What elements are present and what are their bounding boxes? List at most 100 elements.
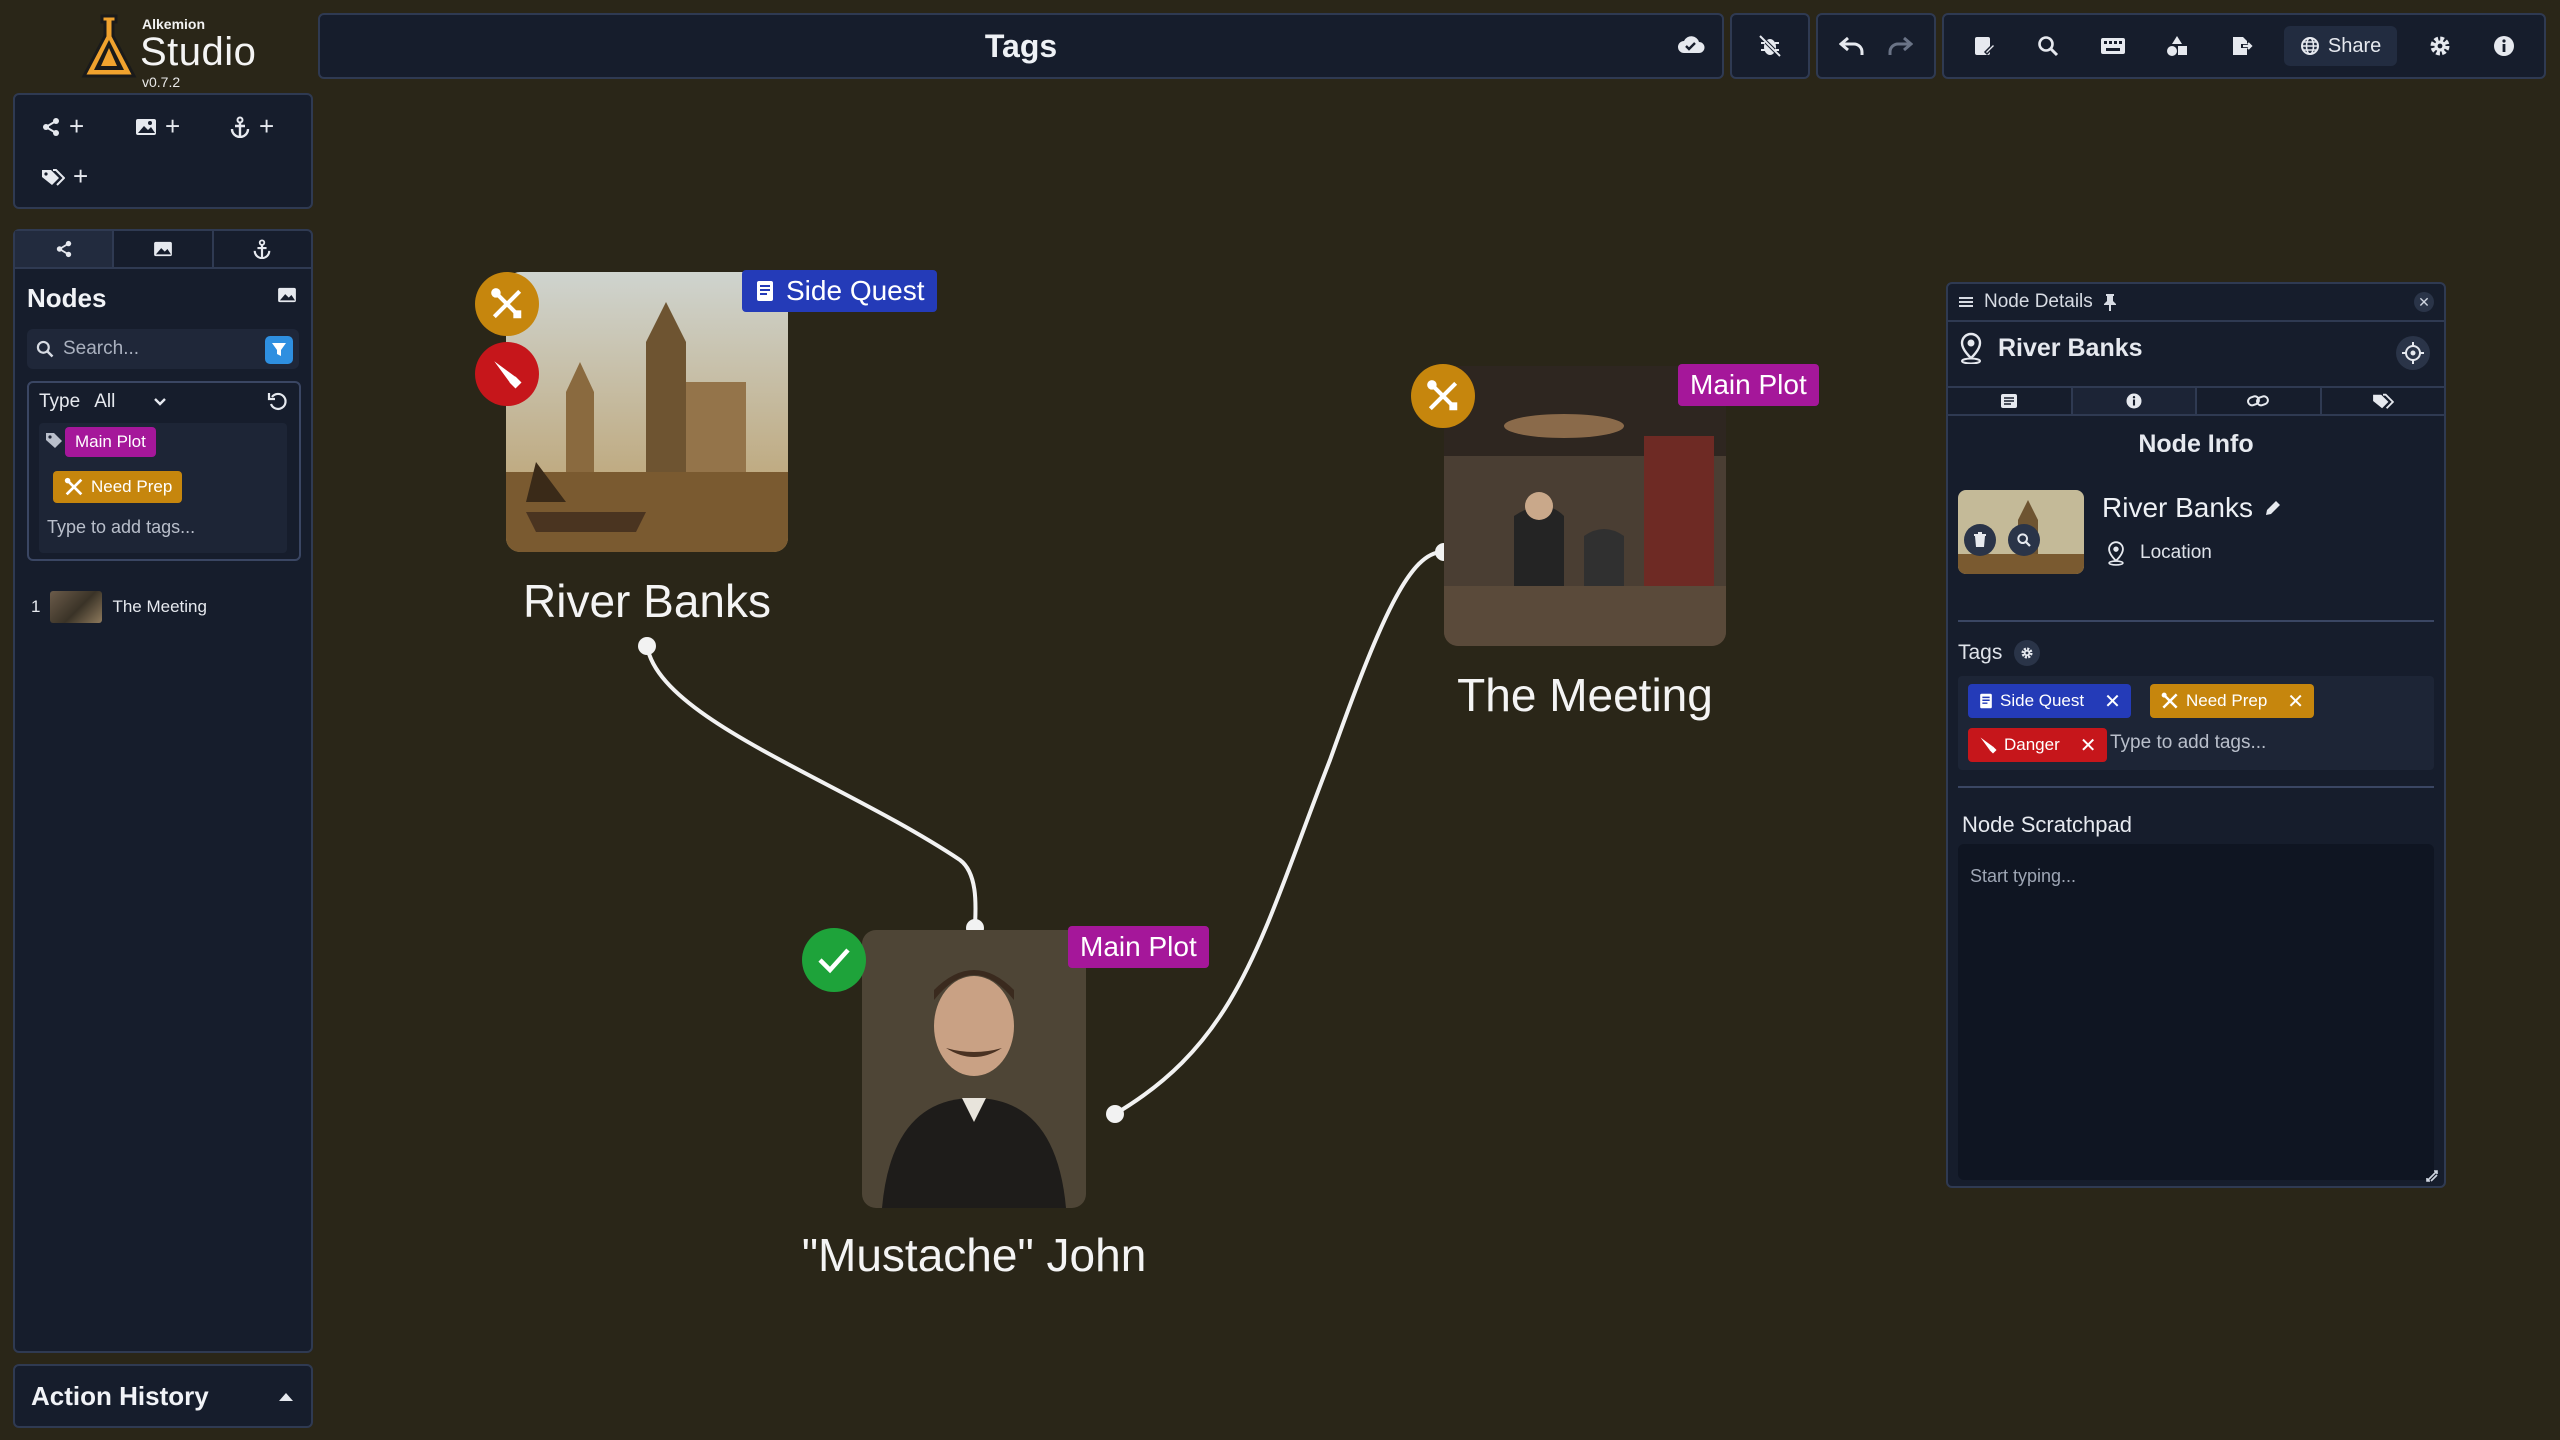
tags-icon [41,167,65,187]
reset-filter-icon[interactable] [267,391,289,413]
list-item-index: 1 [31,597,41,616]
remove-tag-icon[interactable]: ✕ [2104,689,2121,714]
details-tabs [1948,386,2444,416]
done-badge [802,928,866,992]
document-title-bar: Tags [318,13,1724,79]
node-label: The Meeting [1457,669,1713,721]
undo-icon[interactable] [1839,35,1865,57]
scratchpad-placeholder: Start typing... [1970,866,2077,886]
plus-icon: + [165,111,181,141]
search-input[interactable] [63,338,253,360]
info-icon [2125,392,2143,410]
add-node-button[interactable]: + [41,111,84,142]
caret-up-icon[interactable] [277,1390,295,1402]
gear-icon[interactable] [2418,24,2462,68]
info-node-type: Location [2140,542,2212,563]
divider [1958,620,2434,622]
scratchpad-textarea[interactable]: Start typing... [1958,844,2434,1180]
node-tag-label: Main Plot [1690,369,1807,400]
tab-images[interactable] [114,231,214,267]
location-pin-icon [2106,540,2126,566]
node-tag-side-quest[interactable]: Side Quest ✕ [1968,684,2131,718]
debug-toolbar [1730,13,1810,79]
node-image [506,272,788,552]
nodes-panel-tabs [15,231,311,269]
node-tag-need-prep[interactable]: Need Prep ✕ [2150,684,2315,718]
tag-input[interactable]: Type to add tags... [2110,732,2266,754]
page-title[interactable]: Tags [985,28,1057,65]
type-filter-row: Type All [39,391,167,413]
need-prep-badge [475,272,539,336]
node-label: River Banks [523,575,771,627]
locate-node-icon[interactable] [2396,336,2430,370]
action-history-panel[interactable]: Action History [13,1364,313,1428]
trash-icon[interactable] [1964,524,1996,556]
tools-icon [488,285,526,323]
tab-tags[interactable] [2322,388,2445,414]
filter-icon [270,341,288,359]
pin-icon[interactable] [2103,293,2117,311]
add-image-button[interactable]: + [135,111,180,142]
filter-tag-input[interactable]: Type to add tags... [47,517,195,538]
scroll-icon [754,279,776,303]
location-pin-icon [1958,332,1984,364]
info-icon[interactable] [2482,24,2526,68]
node-tag-main-plot: Main Plot [1068,926,1209,968]
brand-name: Studio [140,30,257,74]
tab-notes[interactable] [1948,388,2073,414]
node-details-panel: Node Details ✕ River Banks Node Info Riv… [1946,282,2446,1188]
list-item-name: The Meeting [112,597,207,616]
plus-icon: + [73,161,89,191]
gear-icon[interactable] [2014,640,2041,666]
zoom-icon[interactable] [2008,524,2040,556]
edge-river-banks-to-john [645,645,978,929]
keyboard-icon[interactable] [2091,24,2135,68]
type-select[interactable]: All [94,391,167,413]
bug-off-icon[interactable] [1757,33,1783,59]
info-type-row[interactable]: Location [2106,540,2212,566]
check-icon [816,945,852,975]
tab-links[interactable] [2197,388,2322,414]
close-icon[interactable]: ✕ [2414,292,2434,312]
details-header-title: Node Details [1984,291,2093,312]
filter-tag-need-prep[interactable]: Need Prep [53,471,183,503]
notes-icon[interactable] [1962,24,2006,68]
tools-icon [63,476,85,498]
node-tag-danger[interactable]: Danger ✕ [1968,728,2107,762]
share-button[interactable]: Share [2283,26,2398,66]
details-header: Node Details [1948,284,2444,322]
list-item[interactable]: 1 The Meeting [31,591,207,623]
link-icon [2247,394,2270,408]
add-anchor-button[interactable]: + [229,111,274,142]
tab-anchors[interactable] [214,231,311,267]
cloud-save-icon[interactable] [1676,33,1706,55]
nodes-panel: Nodes Type All Main Plot Need Prep Type … [13,229,313,1353]
node-tags-box: Side Quest ✕ Need Prep ✕ Danger ✕ Type t… [1958,676,2434,770]
search-icon[interactable] [2026,24,2070,68]
bloody-knife-icon [1978,735,1998,755]
shapes-icon[interactable] [2155,24,2199,68]
tab-info[interactable] [2072,388,2197,414]
tab-nodes[interactable] [15,231,115,267]
filter-tag-main-plot[interactable]: Main Plot [65,427,156,457]
filter-box: Type All Main Plot Need Prep Type to add… [27,381,301,561]
tools-icon [1424,377,1462,415]
image-toggle-icon[interactable] [277,287,297,303]
filter-toggle-button[interactable] [265,336,293,364]
pencil-icon[interactable] [2263,498,2283,518]
node-label: "Mustache" John [801,1229,1147,1281]
app-logo: Alkemion Studio v0.7.2 [80,12,256,90]
section-title: Node Info [2138,430,2254,458]
resize-handle-icon[interactable] [2424,1168,2440,1184]
node-thumbnail [1958,490,2084,574]
need-prep-badge [1411,364,1475,428]
info-name-row: River Banks [2102,492,2283,524]
remove-tag-icon[interactable]: ✕ [2287,689,2304,714]
remove-tag-icon[interactable]: ✕ [2080,733,2097,758]
drag-handle-icon[interactable] [1958,295,1974,309]
export-icon[interactable] [2220,24,2264,68]
redo-icon[interactable] [1887,35,1913,57]
bloody-knife-icon [490,357,524,391]
nodes-heading: Nodes [27,283,107,313]
add-tag-button[interactable]: + [41,161,88,192]
